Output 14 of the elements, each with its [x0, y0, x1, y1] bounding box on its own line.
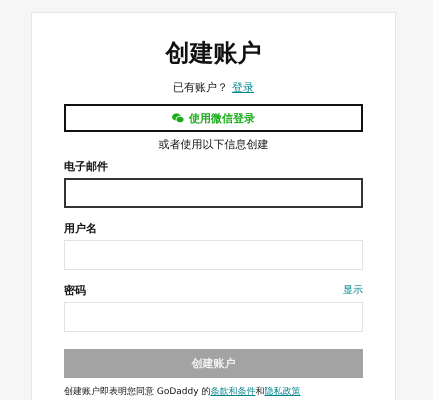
terms-text: 创建账户即表明您同意 GoDaddy 的条款和条件和隐私政策	[64, 386, 302, 398]
signin-prompt: 已有账户？	[173, 80, 228, 95]
field-label: 用户名	[64, 220, 97, 236]
terms-link[interactable]: 条款和条件	[210, 387, 256, 397]
signin-link[interactable]: 登录	[232, 80, 254, 95]
page-title: 创建账户	[164, 38, 262, 69]
divider-text: 或者使用以下信息创建	[158, 137, 270, 152]
input-field[interactable]	[64, 178, 363, 208]
field-label: 电子邮件	[64, 158, 108, 174]
chat-bubbles-icon	[172, 113, 184, 123]
privacy-link[interactable]: 隐私政策	[264, 387, 300, 397]
wechat-login-button[interactable]: 使用微信登录	[64, 104, 363, 132]
show-password-link[interactable]: 显示	[343, 283, 363, 297]
field-label: 密码	[64, 282, 86, 298]
